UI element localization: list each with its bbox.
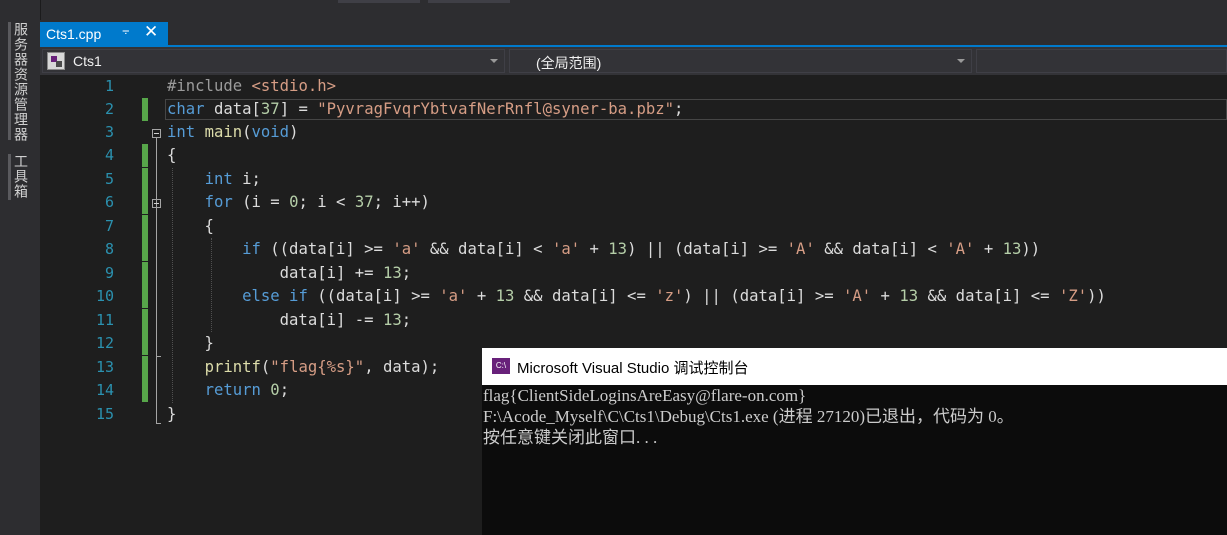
line-number: 7 [104, 217, 114, 235]
line-number: 9 [104, 264, 114, 282]
indent-guide [211, 238, 212, 332]
code-text: #include <stdio.h> [167, 77, 336, 95]
code-text: { [167, 146, 177, 164]
change-marker [142, 309, 148, 332]
line-number: 1 [104, 77, 114, 95]
fold-guide-end [156, 423, 161, 424]
line-number: 8 [104, 240, 114, 258]
code-line: 6 for (i = 0; i < 37; i++) [40, 191, 1227, 214]
chevron-down-icon [957, 59, 965, 63]
console-output: flag{ClientSideLoginsAreEasy@flare-on.co… [482, 385, 1227, 448]
fold-guide-end [156, 356, 161, 357]
change-marker [142, 191, 148, 214]
debug-console-window[interactable]: C:\ Microsoft Visual Studio 调试控制台 flag{C… [482, 348, 1227, 535]
collapse-icon[interactable] [152, 129, 161, 138]
collapse-icon[interactable] [152, 199, 161, 208]
left-tool-rail: 服务器资源管理器 工具箱 [0, 0, 41, 535]
line-number: 14 [95, 381, 114, 399]
code-text: printf("flag{%s}", data); [204, 358, 440, 376]
code-text: else if ((data[i] >= 'a' + 13 && data[i]… [242, 287, 1106, 305]
scope-name: (全局范围) [536, 55, 602, 71]
toolbar-fragment [338, 0, 420, 3]
change-marker [142, 168, 148, 191]
line-number: 11 [95, 311, 114, 329]
code-line: 3 int main(void) [40, 121, 1227, 144]
server-explorer-tab[interactable]: 服务器资源管理器 [12, 22, 30, 142]
document-tab-row: Cts1.cpp ⨪ ✕ [40, 20, 1227, 47]
console-app-icon: C:\ [492, 358, 510, 374]
project-name: Cts1 [73, 53, 102, 69]
chevron-down-icon [490, 59, 498, 63]
code-text: char data[37] = "PyvragFvqrYbtvafNerRnfl… [167, 100, 684, 118]
console-title-bar[interactable]: C:\ Microsoft Visual Studio 调试控制台 [482, 348, 1227, 385]
indent-guide [172, 168, 173, 403]
line-number: 4 [104, 146, 114, 164]
change-marker [142, 285, 148, 308]
code-line: 11 data[i] -= 13; [40, 309, 1227, 332]
code-line: 4 { [40, 144, 1227, 167]
console-line: flag{ClientSideLoginsAreEasy@flare-on.co… [483, 386, 807, 405]
line-number: 2 [104, 100, 114, 118]
change-marker [142, 144, 148, 167]
toolbox-tab[interactable]: 工具箱 [12, 154, 30, 199]
line-number: 15 [95, 405, 114, 423]
close-icon[interactable]: ✕ [144, 22, 158, 43]
code-line: 5 int i; [40, 168, 1227, 191]
change-marker [142, 356, 148, 379]
change-marker [142, 215, 148, 238]
change-marker [142, 332, 148, 355]
console-line: F:\Acode_Myself\C\Cts1\Debug\Cts1.exe (进… [483, 407, 1014, 426]
title-bar-strip [0, 0, 1227, 20]
line-number: 3 [104, 123, 114, 141]
change-marker [142, 379, 148, 402]
editor-tab-title: Cts1.cpp [46, 25, 102, 42]
code-line: 7 { [40, 215, 1227, 238]
code-text: if ((data[i] >= 'a' && data[i] < 'a' + 1… [242, 240, 1041, 258]
code-line: 8 if ((data[i] >= 'a' && data[i] < 'a' +… [40, 238, 1227, 261]
project-dropdown[interactable]: Cts1 [42, 49, 505, 73]
code-line: 1 #include <stdio.h> [40, 75, 1227, 98]
navigation-bar: Cts1 (全局范围) [40, 47, 1227, 75]
project-icon [47, 52, 65, 70]
line-number: 12 [95, 334, 114, 352]
code-text: } [167, 334, 214, 352]
change-marker [142, 98, 148, 121]
code-text: { [167, 217, 214, 235]
change-marker [142, 238, 148, 261]
line-number: 10 [95, 287, 114, 305]
code-text: int main(void) [167, 123, 299, 141]
code-line: 2 char data[37] = "PyvragFvqrYbtvafNerRn… [40, 98, 1227, 121]
member-dropdown[interactable] [976, 49, 1227, 73]
console-line: 按任意键关闭此窗口. . . [483, 428, 658, 447]
console-title: Microsoft Visual Studio 调试控制台 [517, 360, 749, 377]
fold-guide [156, 138, 157, 423]
line-number: 6 [104, 193, 114, 211]
code-text: return 0; [204, 381, 290, 399]
code-line: 9 data[i] += 13; [40, 262, 1227, 285]
line-number: 13 [95, 358, 114, 376]
code-text: int i; [204, 170, 261, 188]
toolbar-fragment [428, 0, 510, 3]
editor-tab-cts1[interactable]: Cts1.cpp ⨪ ✕ [40, 22, 168, 45]
code-text: data[i] += 13; [167, 264, 412, 282]
code-text: for (i = 0; i < 37; i++) [204, 193, 430, 211]
scope-dropdown[interactable]: (全局范围) [509, 49, 972, 73]
line-number: 5 [104, 170, 114, 188]
code-text: data[i] -= 13; [167, 311, 412, 329]
code-line: 10 else if ((data[i] >= 'a' + 13 && data… [40, 285, 1227, 308]
change-marker [142, 262, 148, 285]
pin-icon[interactable]: ⨪ [122, 23, 130, 38]
code-text: } [167, 405, 177, 423]
